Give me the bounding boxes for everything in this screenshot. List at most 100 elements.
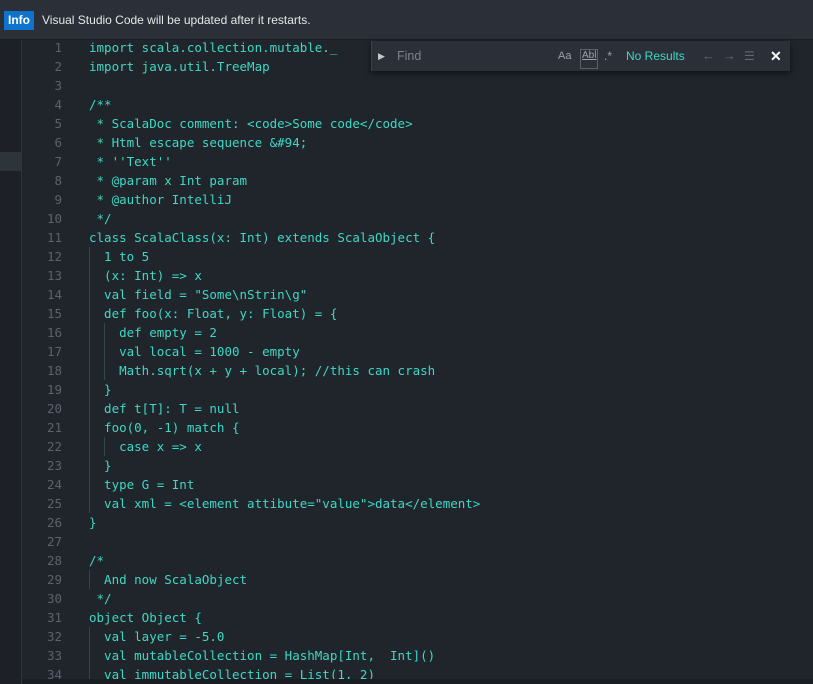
code-line: 25 val xml = <element attibute="value">d… bbox=[22, 494, 813, 513]
line-number: 10 bbox=[46, 211, 62, 226]
code-line: 28 /* bbox=[22, 551, 813, 570]
notification-bar: Info Visual Studio Code will be updated … bbox=[0, 0, 813, 40]
code-line: 6 * Html escape sequence &#94; bbox=[22, 133, 813, 152]
line-number: 20 bbox=[46, 401, 62, 416]
match-case-button[interactable]: Aa bbox=[558, 47, 571, 65]
code-text: /* bbox=[89, 553, 105, 568]
code-text: case x => x bbox=[89, 439, 202, 454]
rail-highlight bbox=[0, 152, 21, 171]
code-line: 21 foo(0, -1) match { bbox=[22, 418, 813, 437]
line-number: 12 bbox=[46, 249, 62, 264]
find-results: No Results bbox=[626, 49, 685, 63]
code-line: 14 val field = "Some\nStrin\g" bbox=[22, 285, 813, 304]
code-text: } bbox=[89, 458, 112, 473]
code-line: 31 object Object { bbox=[22, 608, 813, 627]
code-line: 11 class ScalaClass(x: Int) extends Scala… bbox=[22, 228, 813, 247]
line-number: 7 bbox=[54, 154, 62, 169]
arrow-left-icon[interactable]: ← bbox=[702, 47, 715, 65]
line-number: 2 bbox=[54, 59, 62, 74]
code-text: val field = "Some\nStrin\g" bbox=[89, 287, 308, 302]
code-text: foo(0, -1) match { bbox=[89, 420, 240, 435]
line-number: 8 bbox=[54, 173, 62, 188]
code-text: def foo(x: Float, y: Float) = { bbox=[89, 306, 338, 321]
left-rail bbox=[0, 40, 22, 684]
code-text: 1 to 5 bbox=[89, 249, 150, 264]
find-input[interactable] bbox=[392, 45, 578, 67]
code-text: * Html escape sequence &#94; bbox=[89, 135, 308, 150]
code-line: 8 * @param x Int param bbox=[22, 171, 813, 190]
line-number: 28 bbox=[46, 553, 62, 568]
line-number: 27 bbox=[46, 534, 62, 549]
code-text: */ bbox=[89, 211, 112, 226]
line-number: 19 bbox=[46, 382, 62, 397]
line-number: 15 bbox=[46, 306, 62, 321]
code-text: object Object { bbox=[89, 610, 202, 625]
code-text: Math.sqrt(x + y + local); //this can cra… bbox=[89, 363, 436, 378]
line-number: 17 bbox=[46, 344, 62, 359]
find-widget: ▶ Aa Abl .* No Results ← → ☰ ✕ bbox=[371, 41, 790, 71]
line-number: 1 bbox=[54, 40, 62, 55]
code-text: * ScalaDoc comment: <code>Some code</cod… bbox=[89, 116, 413, 131]
line-number: 5 bbox=[54, 116, 62, 131]
find-in-selection-icon[interactable]: ☰ bbox=[744, 47, 755, 65]
code-text: * ''Text'' bbox=[89, 154, 172, 169]
line-number: 30 bbox=[46, 591, 62, 606]
code-line: 9 * @author IntelliJ bbox=[22, 190, 813, 209]
code-line: 27 bbox=[22, 532, 813, 551]
code-line: 29 And now ScalaObject bbox=[22, 570, 813, 589]
code-line: 26} bbox=[22, 513, 813, 532]
line-number: 18 bbox=[46, 363, 62, 378]
regex-icon[interactable]: .* bbox=[604, 47, 612, 65]
line-number: 24 bbox=[46, 477, 62, 492]
code-line: 13 (x: Int) => x bbox=[22, 266, 813, 285]
code-text: def t[T]: T = null bbox=[89, 401, 240, 416]
line-number: 3 bbox=[54, 78, 62, 93]
code-line: 32 val layer = -5.0 bbox=[22, 627, 813, 646]
line-number: 4 bbox=[54, 97, 62, 112]
code-text: */ bbox=[89, 591, 112, 606]
code-text: class ScalaClass(x: Int) extends ScalaOb… bbox=[89, 230, 436, 245]
line-number: 16 bbox=[46, 325, 62, 340]
line-number: 32 bbox=[46, 629, 62, 644]
code-text: And now ScalaObject bbox=[89, 572, 248, 587]
line-number: 29 bbox=[46, 572, 62, 587]
code-line: 24 type G = Int bbox=[22, 475, 813, 494]
code-line: 16 def empty = 2 bbox=[22, 323, 813, 342]
code-line: 20 def t[T]: T = null bbox=[22, 399, 813, 418]
code-line: 7 * ''Text'' bbox=[22, 152, 813, 171]
code-line: 3 bbox=[22, 76, 813, 95]
notification-message: Visual Studio Code will be updated after… bbox=[42, 13, 311, 27]
code-line: 12 1 to 5 bbox=[22, 247, 813, 266]
code-text: * @param x Int param bbox=[89, 173, 248, 188]
line-number: 21 bbox=[46, 420, 62, 435]
code-text: import java.util.TreeMap bbox=[89, 59, 270, 74]
line-number: 23 bbox=[46, 458, 62, 473]
code-text: } bbox=[89, 382, 112, 397]
code-line: 15 def foo(x: Float, y: Float) = { bbox=[22, 304, 813, 323]
code-line: 22 case x => x bbox=[22, 437, 813, 456]
chevron-right-icon[interactable]: ▶ bbox=[378, 47, 385, 65]
code-text: val xml = <element attibute="value">data… bbox=[89, 496, 481, 511]
code-line: 10 */ bbox=[22, 209, 813, 228]
code-line: 4 /** bbox=[22, 95, 813, 114]
line-number: 11 bbox=[46, 230, 62, 245]
close-icon[interactable]: ✕ bbox=[770, 46, 782, 66]
line-number: 14 bbox=[46, 287, 62, 302]
code-editor[interactable]: 1 import scala.collection.mutable._ 2 impor… bbox=[22, 40, 813, 684]
code-text: (x: Int) => x bbox=[89, 268, 202, 283]
whole-word-button[interactable]: Abl bbox=[580, 49, 599, 69]
code-text: def empty = 2 bbox=[89, 325, 217, 340]
code-text: import scala.collection.mutable._ bbox=[89, 40, 338, 55]
arrow-right-icon[interactable]: → bbox=[723, 47, 736, 65]
info-badge: Info bbox=[4, 11, 34, 30]
line-number: 9 bbox=[54, 192, 62, 207]
code-line: 30 */ bbox=[22, 589, 813, 608]
line-number: 31 bbox=[46, 610, 62, 625]
code-line: 18 Math.sqrt(x + y + local); //this can … bbox=[22, 361, 813, 380]
horizontal-scrollbar[interactable] bbox=[22, 679, 813, 684]
code-line: 17 val local = 1000 - empty bbox=[22, 342, 813, 361]
code-text: val local = 1000 - empty bbox=[89, 344, 300, 359]
line-number: 25 bbox=[46, 496, 62, 511]
code-line: 33 val mutableCollection = HashMap[Int, … bbox=[22, 646, 813, 665]
line-number: 6 bbox=[54, 135, 62, 150]
